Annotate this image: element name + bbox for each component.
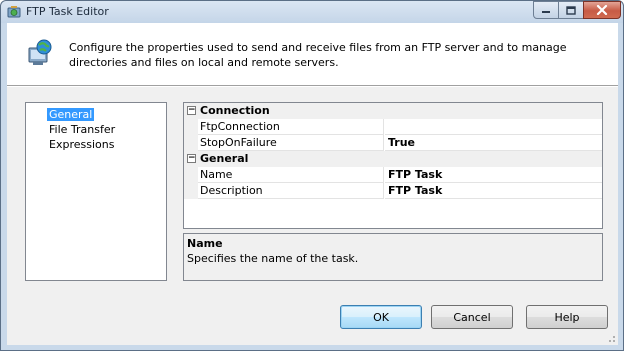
dialog-description: Configure the properties used to send an… — [69, 41, 567, 69]
title-bar[interactable]: FTP Task Editor — [1, 1, 623, 23]
property-row-description[interactable]: Description FTP Task — [184, 183, 602, 199]
collapse-icon[interactable]: − — [187, 106, 196, 115]
description-text: Specifies the name of the task. — [187, 252, 359, 265]
property-grid: − Connection FtpConnection StopOnFailure… — [183, 102, 603, 229]
property-name: Name — [198, 167, 384, 183]
help-button[interactable]: Help — [526, 305, 608, 329]
property-value[interactable]: True — [385, 135, 602, 151]
category-connection: − Connection — [184, 103, 602, 119]
category-label: General — [200, 152, 249, 165]
nav-item-general[interactable]: General — [47, 107, 166, 122]
page-list: General File Transfer Expressions — [25, 102, 167, 281]
property-name: Description — [198, 183, 384, 199]
property-description-pane: Name Specifies the name of the task. — [183, 233, 603, 281]
dialog-window: FTP Task Editor Configure the properties… — [0, 0, 624, 351]
window-title: FTP Task Editor — [26, 5, 109, 18]
collapse-icon[interactable]: − — [187, 154, 196, 163]
property-name: StopOnFailure — [198, 135, 384, 151]
dialog-client-area: Configure the properties used to send an… — [7, 23, 618, 345]
property-row-name[interactable]: Name FTP Task — [184, 167, 602, 183]
property-name: FtpConnection — [198, 119, 384, 135]
ok-button[interactable]: OK — [340, 305, 422, 329]
description-title: Name — [187, 237, 223, 250]
cancel-button[interactable]: Cancel — [431, 305, 513, 329]
close-icon — [596, 5, 608, 15]
property-row-stoponfailure[interactable]: StopOnFailure True — [184, 135, 602, 151]
nav-item-label: File Transfer — [49, 123, 116, 136]
header-divider — [7, 85, 618, 87]
category-label: Connection — [200, 104, 270, 117]
dialog-header: Configure the properties used to send an… — [7, 23, 618, 85]
nav-item-file-transfer[interactable]: File Transfer — [47, 122, 166, 137]
maximize-button[interactable] — [558, 1, 584, 19]
nav-item-label: General — [47, 108, 95, 121]
close-button[interactable] — [583, 1, 621, 19]
minimize-button[interactable] — [533, 1, 559, 19]
property-row-ftpconnection[interactable]: FtpConnection — [184, 119, 602, 135]
nav-item-label: Expressions — [49, 138, 115, 151]
maximize-icon — [566, 5, 576, 15]
property-value[interactable]: FTP Task — [385, 167, 602, 183]
ftp-task-icon — [7, 6, 21, 18]
resize-grip-icon[interactable] — [606, 333, 616, 343]
property-value[interactable]: FTP Task — [385, 183, 602, 199]
property-value[interactable] — [385, 119, 602, 135]
minimize-icon — [542, 11, 550, 13]
globe-computer-icon — [28, 39, 52, 65]
category-general: − General — [184, 151, 602, 167]
nav-item-expressions[interactable]: Expressions — [47, 137, 166, 152]
